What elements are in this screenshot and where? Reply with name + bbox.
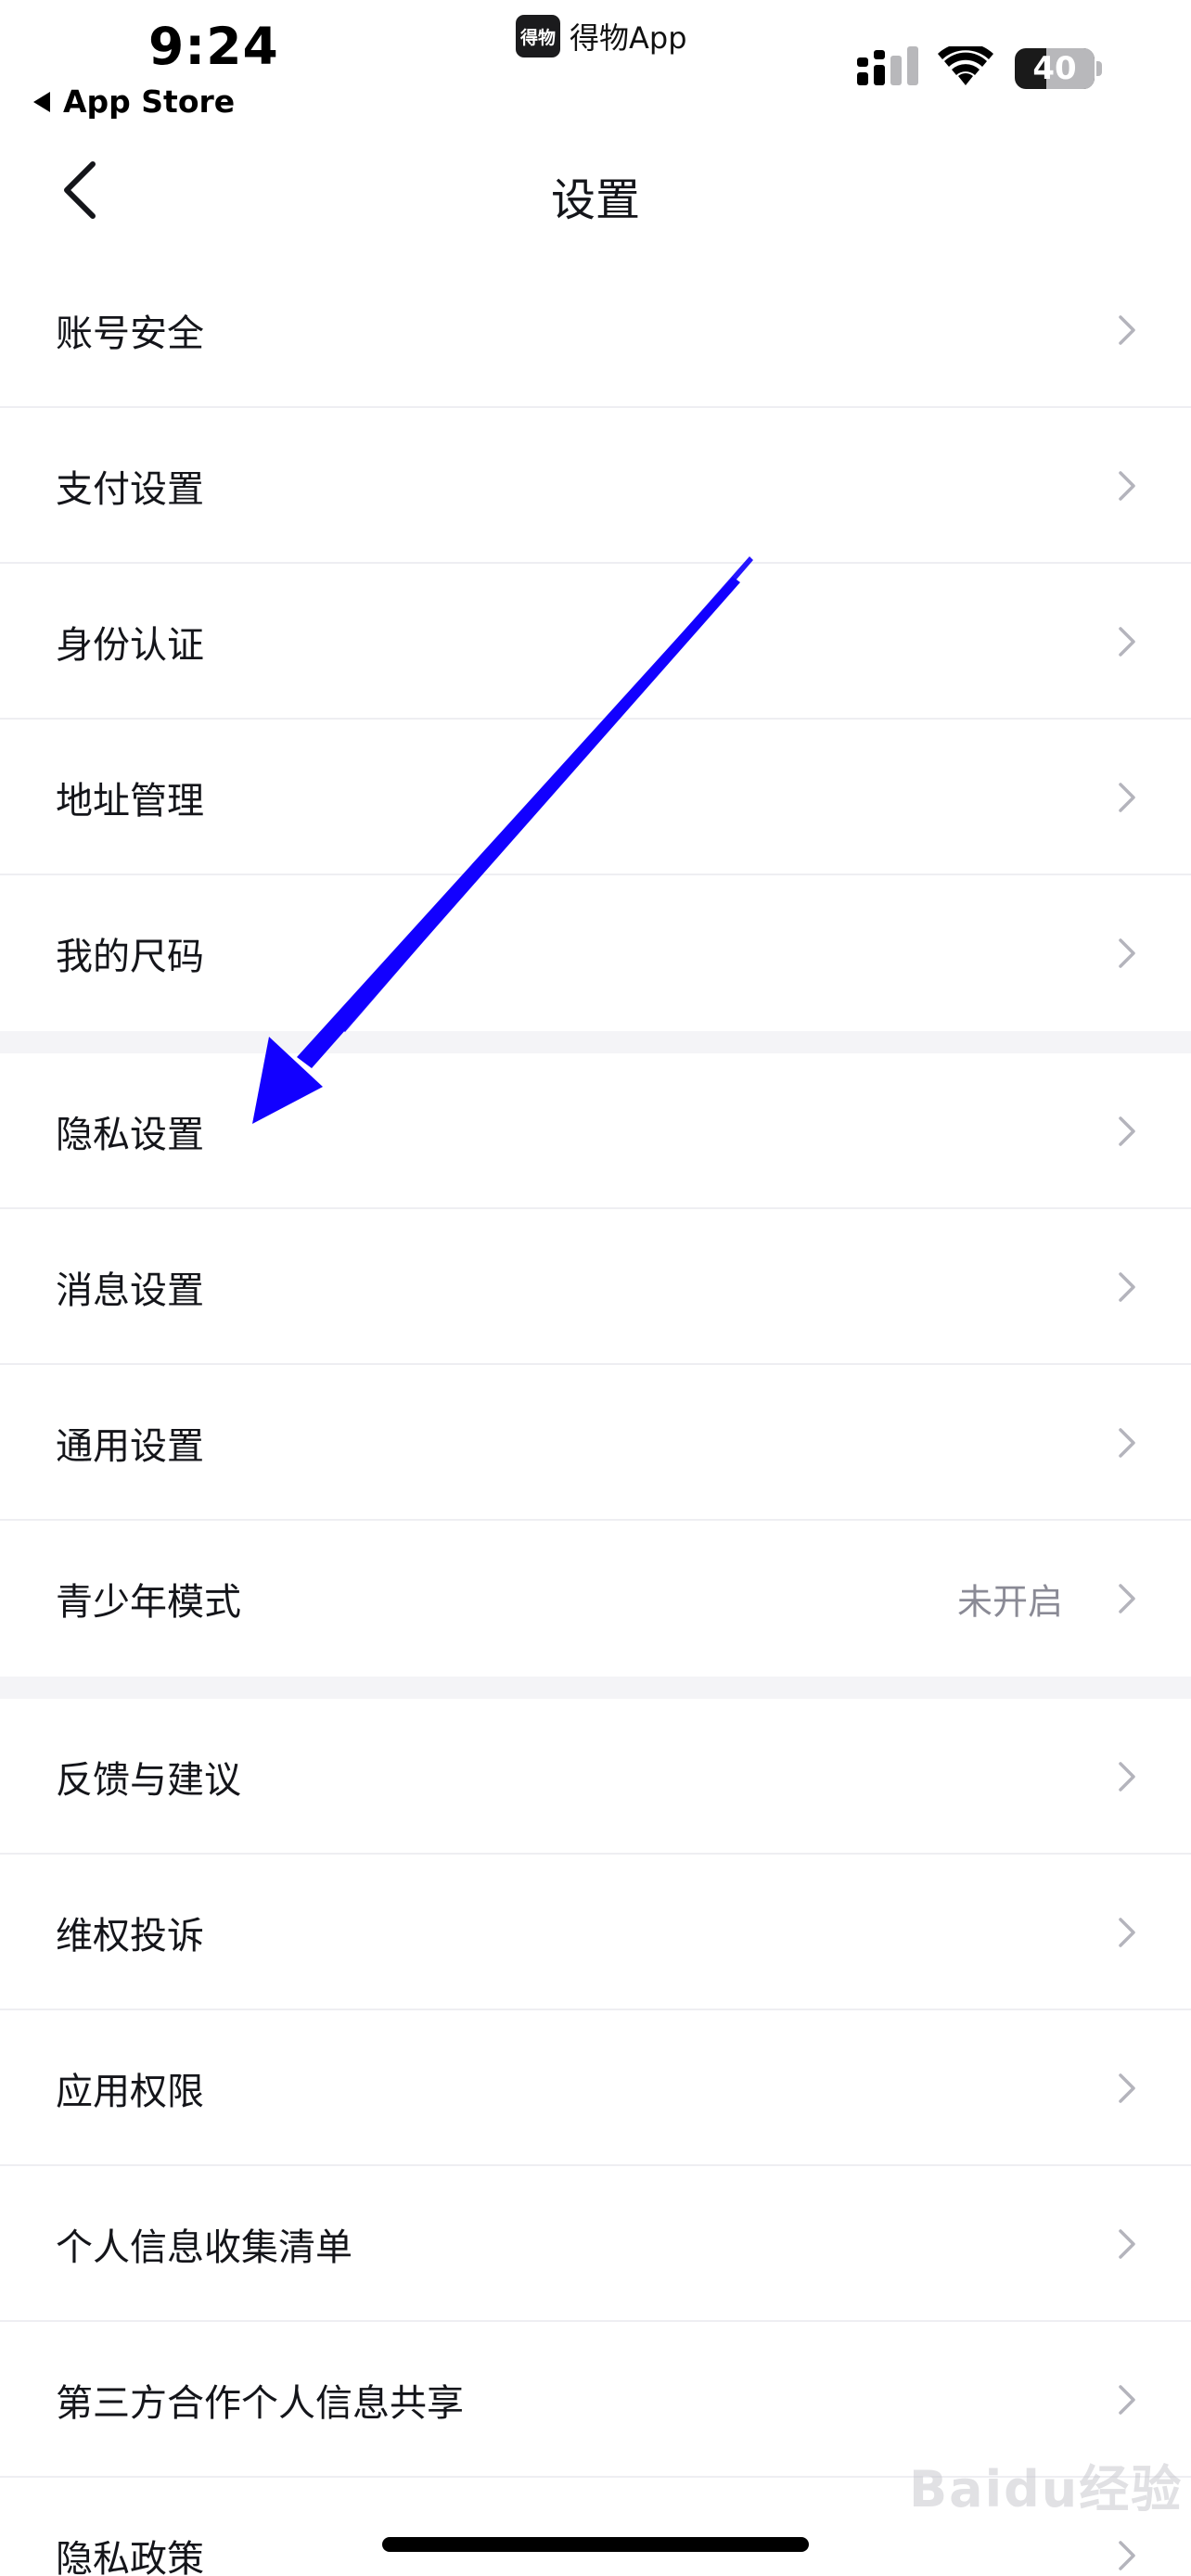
chevron-right-icon — [1119, 2073, 1135, 2103]
current-app-indicator: 得物 得物App — [516, 15, 687, 57]
group-separator — [0, 1031, 1191, 1053]
status-time: 9:24 — [148, 17, 279, 76]
chevron-right-icon — [1119, 2229, 1135, 2259]
settings-row-complaints[interactable]: 维权投诉 — [0, 1855, 1191, 2010]
page-title: 设置 — [550, 174, 640, 226]
chevron-right-icon — [1119, 315, 1135, 345]
settings-page: 9:24 App Store 得物 得物App 40 设置 账号安全 支付设置 … — [0, 0, 1191, 2576]
nav-bar: 设置 — [0, 130, 1191, 252]
row-label: 我的尺码 — [56, 936, 204, 978]
row-label: 支付设置 — [56, 468, 204, 511]
row-label: 身份认证 — [56, 624, 204, 667]
settings-row-address[interactable]: 地址管理 — [0, 720, 1191, 875]
row-label: 维权投诉 — [56, 1915, 204, 1958]
chevron-right-icon — [1119, 1116, 1135, 1146]
back-to-app-label: App Store — [63, 83, 236, 120]
settings-row-my-size[interactable]: 我的尺码 — [0, 875, 1191, 1031]
chevron-right-icon — [1119, 938, 1135, 968]
row-label: 账号安全 — [56, 312, 204, 355]
baidu-watermark: Baidu经验 — [909, 2460, 1184, 2519]
cellular-signal-icon — [857, 46, 918, 85]
settings-row-personal-info-list[interactable]: 个人信息收集清单 — [0, 2166, 1191, 2322]
settings-row-payment[interactable]: 支付设置 — [0, 408, 1191, 564]
settings-list: 账号安全 支付设置 身份认证 地址管理 我的尺码 隐私设置 消息设置 通用设置 … — [0, 252, 1191, 2576]
group-separator — [0, 1677, 1191, 1699]
settings-row-teen-mode[interactable]: 青少年模式 未开启 — [0, 1521, 1191, 1677]
wifi-icon — [938, 46, 993, 85]
row-label: 青少年模式 — [56, 1581, 241, 1624]
chevron-right-icon — [1119, 1584, 1135, 1613]
settings-row-general[interactable]: 通用设置 — [0, 1365, 1191, 1521]
settings-row-feedback[interactable]: 反馈与建议 — [0, 1699, 1191, 1855]
chevron-right-icon — [1119, 627, 1135, 657]
app-logo-icon: 得物 — [516, 15, 560, 57]
chevron-right-icon — [1119, 783, 1135, 812]
row-label: 地址管理 — [56, 780, 204, 823]
status-bar: 9:24 App Store 得物 得物App 40 — [0, 0, 1191, 130]
chevron-right-icon — [1119, 1428, 1135, 1458]
settings-row-notifications[interactable]: 消息设置 — [0, 1209, 1191, 1365]
row-label: 通用设置 — [56, 1425, 204, 1468]
row-label: 反馈与建议 — [56, 1759, 241, 1802]
chevron-right-icon — [1119, 1272, 1135, 1302]
home-indicator — [382, 2537, 809, 2552]
row-label: 应用权限 — [56, 2071, 204, 2113]
current-app-name: 得物App — [570, 20, 687, 56]
row-label: 第三方合作个人信息共享 — [56, 2382, 464, 2425]
settings-row-identity[interactable]: 身份认证 — [0, 564, 1191, 720]
chevron-right-icon — [1119, 1918, 1135, 1947]
teen-mode-status: 未开启 — [956, 1581, 1063, 1623]
battery-indicator: 40 — [1015, 48, 1104, 89]
row-label: 隐私设置 — [56, 1114, 204, 1156]
back-to-app-store[interactable]: App Store — [33, 83, 235, 120]
settings-row-account-security[interactable]: 账号安全 — [0, 252, 1191, 408]
chevron-right-icon — [1119, 471, 1135, 501]
back-triangle-icon — [33, 91, 50, 112]
settings-row-privacy[interactable]: 隐私设置 — [0, 1053, 1191, 1209]
row-label: 个人信息收集清单 — [56, 2226, 352, 2269]
settings-row-app-permissions[interactable]: 应用权限 — [0, 2010, 1191, 2166]
battery-cap — [1096, 61, 1102, 76]
chevron-right-icon — [1119, 1762, 1135, 1792]
row-label: 消息设置 — [56, 1269, 204, 1312]
battery-level: 40 — [1032, 50, 1077, 87]
row-label: 隐私政策 — [56, 2538, 204, 2576]
battery-body: 40 — [1015, 48, 1095, 89]
chevron-right-icon — [1119, 2385, 1135, 2415]
chevron-right-icon — [1119, 2541, 1135, 2570]
